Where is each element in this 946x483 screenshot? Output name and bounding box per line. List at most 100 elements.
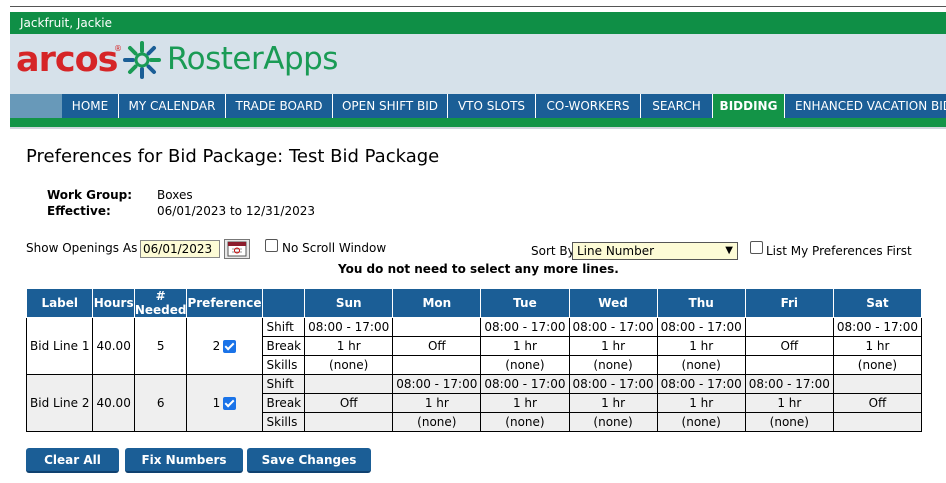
col-header-mon: Mon xyxy=(392,288,482,318)
col-header-hours: Hours xyxy=(92,288,135,318)
shift-cell: 08:00 - 17:00 xyxy=(656,317,746,337)
table-row: Bid Line 1 40.00 5 2 Shift 08:00 - 17:00… xyxy=(25,317,923,375)
break-cell: Off xyxy=(832,393,923,413)
shift-cell: 08:00 - 17:00 xyxy=(480,317,570,337)
skills-cell: (none) xyxy=(744,412,834,432)
row-label: Bid Line 2 xyxy=(25,374,94,432)
nav-underline xyxy=(10,118,946,127)
row-type-shift: Shift xyxy=(261,374,306,394)
row-type-break: Break xyxy=(261,393,306,413)
clear-all-button[interactable]: Clear All xyxy=(26,448,119,473)
break-cell: 1 hr xyxy=(480,393,570,413)
notice-message: You do not need to select any more lines… xyxy=(338,262,619,276)
break-cell: 1 hr xyxy=(656,393,746,413)
top-border xyxy=(10,6,946,7)
shift-cell xyxy=(392,317,482,337)
rosterapps-flower-icon xyxy=(123,41,161,79)
shift-cell xyxy=(744,317,834,337)
break-cell: Off xyxy=(304,393,394,413)
skills-cell: (none) xyxy=(832,355,923,375)
preference-number: 2 xyxy=(212,339,221,354)
openings-date-input[interactable] xyxy=(140,240,220,258)
preference-checkbox[interactable] xyxy=(223,339,237,353)
break-cell: 1 hr xyxy=(304,336,394,356)
nav-tab-home[interactable]: HOME xyxy=(62,94,119,118)
table-header-row: Label Hours # Needed Preference Sun Mon … xyxy=(25,288,923,318)
preference-number: 1 xyxy=(212,396,221,411)
skills-cell: (none) xyxy=(304,355,394,375)
break-cell: 1 hr xyxy=(656,336,746,356)
skills-cell: (none) xyxy=(568,412,658,432)
arcos-logo: arcos xyxy=(16,40,119,80)
break-cell: Off xyxy=(392,336,482,356)
main-nav: HOME MY CALENDAR TRADE BOARD OPEN SHIFT … xyxy=(10,94,946,118)
work-group-value: Boxes xyxy=(157,188,193,202)
row-preference: 1 xyxy=(186,374,263,432)
row-type-skills: Skills xyxy=(261,412,306,432)
effective-label: Effective: xyxy=(47,204,111,218)
skills-cell: (none) xyxy=(568,355,658,375)
effective-value: 06/01/2023 to 12/31/2023 xyxy=(157,204,316,218)
no-scroll-label: No Scroll Window xyxy=(282,241,387,255)
row-type-break: Break xyxy=(261,336,306,356)
break-cell: 1 hr xyxy=(744,393,834,413)
page-title: Preferences for Bid Package: Test Bid Pa… xyxy=(26,146,440,167)
col-header-thu: Thu xyxy=(656,288,746,318)
nav-shadow xyxy=(10,127,946,129)
row-hours: 40.00 xyxy=(92,374,135,432)
break-cell: 1 hr xyxy=(568,393,658,413)
row-label: Bid Line 1 xyxy=(25,317,94,375)
break-cell: Off xyxy=(744,336,834,356)
skills-cell: (none) xyxy=(480,412,570,432)
list-first-label: List My Preferences First xyxy=(766,244,912,258)
openings-label: Show Openings As Of xyxy=(26,241,155,255)
row-hours: 40.00 xyxy=(92,317,135,375)
sort-value: Line Number xyxy=(577,244,655,258)
user-name: Jackfruit, Jackie xyxy=(20,16,113,30)
row-needed: 6 xyxy=(133,374,188,432)
col-header-label: Label xyxy=(25,288,94,318)
skills-cell: (none) xyxy=(480,355,570,375)
sort-select[interactable]: Line Number ▼ xyxy=(572,242,738,260)
skills-cell: (none) xyxy=(656,355,746,375)
nav-tab-bidding[interactable]: BIDDING xyxy=(713,94,785,118)
nav-tab-my-calendar[interactable]: MY CALENDAR xyxy=(119,94,226,118)
break-cell: 1 hr xyxy=(832,336,923,356)
bid-lines-table: Label Hours # Needed Preference Sun Mon … xyxy=(25,288,923,432)
skills-cell xyxy=(304,412,394,432)
shift-cell: 08:00 - 17:00 xyxy=(304,317,394,337)
shift-cell: 08:00 - 17:00 xyxy=(568,317,658,337)
skills-cell: (none) xyxy=(656,412,746,432)
nav-tab-open-shift-bid[interactable]: OPEN SHIFT BID xyxy=(333,94,448,118)
skills-cell xyxy=(392,355,482,375)
preference-checkbox[interactable] xyxy=(223,396,237,410)
row-type-skills: Skills xyxy=(261,355,306,375)
break-cell: 1 hr xyxy=(392,393,482,413)
nav-tab-search[interactable]: SEARCH xyxy=(641,94,713,118)
fix-numbers-button[interactable]: Fix Numbers xyxy=(125,448,243,473)
table-row: Bid Line 2 40.00 6 1 Shift 08:00 - 17:00… xyxy=(25,374,923,432)
shift-cell: 08:00 - 17:00 xyxy=(656,374,746,394)
calendar-button[interactable] xyxy=(224,239,250,259)
user-bar: Jackfruit, Jackie xyxy=(10,12,946,34)
shift-cell: 08:00 - 17:00 xyxy=(568,374,658,394)
rosterapps-logo: RosterApps xyxy=(167,41,338,77)
work-group-label: Work Group: xyxy=(47,188,133,202)
row-type-shift: Shift xyxy=(261,317,306,337)
save-changes-button[interactable]: Save Changes xyxy=(247,448,371,473)
nav-tab-trade-board[interactable]: TRADE BOARD xyxy=(226,94,333,118)
row-preference: 2 xyxy=(186,317,263,375)
list-first-checkbox[interactable] xyxy=(750,241,763,254)
brand-bar: arcos ® RosterApps xyxy=(10,34,946,94)
col-header-needed: # Needed xyxy=(133,288,188,318)
shift-cell xyxy=(304,374,394,394)
nav-tab-co-workers[interactable]: CO-WORKERS xyxy=(536,94,641,118)
skills-cell xyxy=(744,355,834,375)
nav-tab-vto-slots[interactable]: VTO SLOTS xyxy=(448,94,536,118)
nav-tab-enhanced-vacation-bid[interactable]: ENHANCED VACATION BID xyxy=(785,94,946,118)
no-scroll-checkbox[interactable] xyxy=(265,239,278,252)
row-needed: 5 xyxy=(133,317,188,375)
col-header-preference: Preference xyxy=(186,288,263,318)
skills-cell: (none) xyxy=(392,412,482,432)
skills-cell xyxy=(832,412,923,432)
